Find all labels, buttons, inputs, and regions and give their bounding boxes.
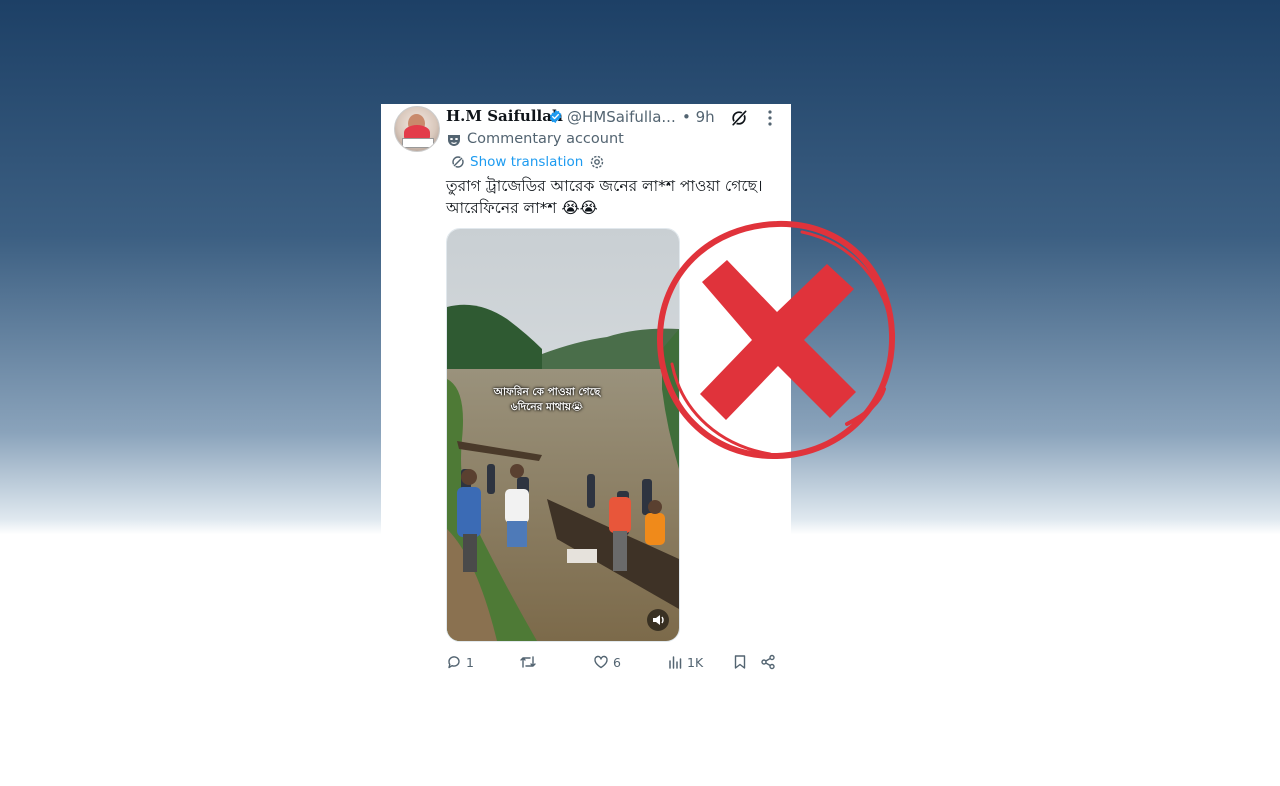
- heart-icon: [594, 655, 608, 669]
- tweet-actions: 1 6 1K: [446, 652, 781, 672]
- share-icon: [761, 654, 775, 670]
- views-icon: [669, 656, 682, 669]
- reply-count: 1: [466, 655, 474, 670]
- translate-icon[interactable]: [451, 155, 465, 169]
- author-handle[interactable]: @HMSaifulla...: [567, 108, 676, 126]
- like-count: 6: [613, 655, 621, 670]
- commentary-account-label: Commentary account: [467, 131, 624, 147]
- tweet-video[interactable]: আফরিন কে পাওয়া গেছে ৬দিনের মাথায়😭: [446, 228, 680, 642]
- bookmark-icon: [734, 655, 746, 669]
- author-name[interactable]: H.M Saifullah: [446, 107, 563, 125]
- retweet-icon: [520, 656, 536, 668]
- views-count: 1K: [687, 655, 704, 670]
- verified-badge-icon: [549, 109, 562, 124]
- show-translation-link[interactable]: Show translation: [470, 154, 583, 170]
- share-button[interactable]: [760, 652, 776, 672]
- speaker-icon[interactable]: [647, 609, 669, 631]
- more-options-icon[interactable]: [763, 108, 777, 128]
- reply-icon: [448, 656, 460, 669]
- grok-icon[interactable]: [729, 108, 749, 128]
- author-avatar[interactable]: [394, 106, 440, 152]
- gear-icon[interactable]: [589, 154, 605, 170]
- video-frame: [447, 229, 679, 641]
- red-x-icon: [656, 220, 896, 460]
- tweet-text: তুরাগ ট্রাজেডির আরেক জনের লা*শ পাওয়া গে…: [446, 177, 763, 217]
- video-caption-overlay: আফরিন কে পাওয়া গেছে ৬দিনের মাথায়😭: [493, 386, 601, 413]
- bookmark-button[interactable]: [732, 652, 748, 672]
- mask-icon: [448, 135, 460, 146]
- tweet-time[interactable]: • 9h: [682, 108, 715, 126]
